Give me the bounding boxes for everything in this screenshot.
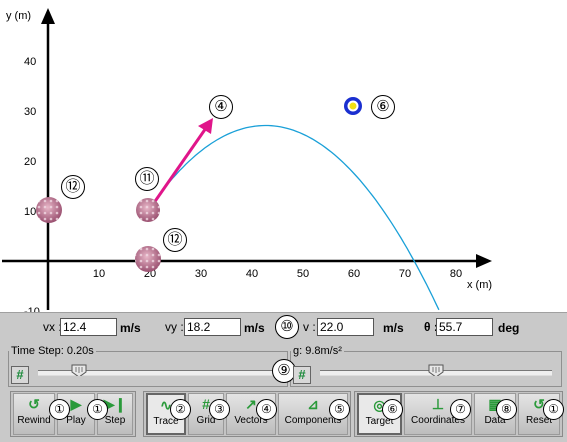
timestep-slider-thumb[interactable] [71, 364, 87, 376]
angle-unit: deg [498, 321, 520, 335]
y-tick-label: 30 [24, 106, 36, 118]
gravity-label: g: 9.8m/s² [293, 345, 342, 357]
x-tick-label: 30 [195, 268, 207, 280]
marker-components: ⑤ [329, 399, 350, 420]
timestep-entry-button[interactable]: # [11, 366, 29, 384]
marker-coordinates: ⑦ [450, 399, 471, 420]
marker-data: ⑧ [496, 399, 517, 420]
speed-unit: m/s [383, 321, 404, 335]
marker-vectors: ④ [256, 399, 277, 420]
gravity-slider-thumb[interactable] [428, 364, 444, 376]
marker-cannonball: ⑪ [135, 167, 159, 191]
x-axis-label: x (m) [467, 279, 493, 291]
marker-grid: ③ [209, 399, 230, 420]
velocity-arrowhead [198, 118, 213, 134]
marker-reset: ① [543, 399, 564, 420]
v-label: v : [303, 320, 316, 334]
timestep-group: Time Step: 0.20s [8, 345, 288, 387]
y-axis-label: y (m) [6, 10, 32, 22]
marker-target-button: ⑥ [382, 399, 403, 420]
ball-bottom [135, 246, 161, 272]
cannonball[interactable] [136, 198, 160, 222]
y-ticks: 40302010-10 [24, 56, 40, 312]
x-tick-label: 10 [93, 268, 105, 280]
velocity-vector [147, 127, 208, 211]
x-tick-label: 60 [348, 268, 360, 280]
marker-ball-bottom: ⑫ [163, 228, 187, 252]
x-tick-label: 80 [450, 268, 462, 280]
vy-unit: m/s [244, 321, 265, 335]
gravity-entry-button[interactable]: # [293, 366, 311, 384]
marker-speed: ⑩ [275, 315, 299, 339]
vx-input[interactable] [60, 318, 117, 336]
y-tick-label: 20 [24, 156, 36, 168]
x-axis-arrow [476, 254, 492, 268]
marker-rewind-play: ① [49, 399, 70, 420]
x-tick-label: 50 [297, 268, 309, 280]
y-tick-label: 10 [24, 206, 36, 218]
timestep-label: Time Step: 0.20s [11, 345, 94, 357]
marker-play-step: ① [87, 399, 108, 420]
x-tick-label: 70 [399, 268, 411, 280]
marker-target: ⑥ [371, 95, 395, 119]
marker-ball-left: ⑫ [61, 175, 85, 199]
vx-label: vx : [43, 320, 62, 334]
y-axis-arrow [41, 8, 55, 24]
plot-canvas: 40302010-10 10 20 30 40 50 60 70 80 [2, 8, 492, 312]
speed-input[interactable] [317, 318, 374, 336]
plot-area: 40 30 20 10 -10 10 20 30 40 50 60 70 80 y (m) x (m)… [0, 0, 567, 312]
marker-trace: ② [170, 399, 191, 420]
marker-vector: ④ [209, 95, 233, 119]
target-icon[interactable] [344, 97, 362, 115]
angle-input[interactable] [436, 318, 493, 336]
ball-left [36, 197, 62, 223]
vy-input[interactable] [184, 318, 241, 336]
x-tick-label: 40 [246, 268, 258, 280]
y-tick-label: 40 [24, 56, 36, 68]
rewind-button[interactable]: ↺ Rewind [13, 393, 55, 435]
vx-unit: m/s [120, 321, 141, 335]
rewind-icon: ↺ [28, 396, 40, 412]
vy-label: vy : [165, 320, 184, 334]
trajectory-curve [147, 124, 440, 311]
gravity-group: g: 9.8m/s² [290, 345, 562, 387]
